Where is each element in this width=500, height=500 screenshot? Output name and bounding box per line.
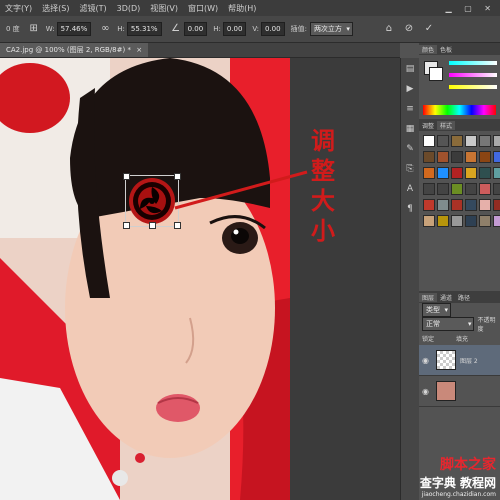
style-swatch[interactable]	[465, 215, 477, 227]
watermark-subsite: 查字典 教程网	[419, 476, 496, 490]
character-icon[interactable]: A	[404, 183, 416, 195]
style-swatch[interactable]	[437, 199, 449, 211]
clone-icon[interactable]: ⎘	[404, 163, 416, 175]
annotation-char: 小	[311, 217, 335, 245]
style-swatch[interactable]	[451, 167, 463, 179]
style-swatch[interactable]	[451, 215, 463, 227]
style-swatch[interactable]	[493, 151, 500, 163]
tab-layers[interactable]: 图层	[419, 292, 438, 302]
style-swatch[interactable]	[437, 167, 449, 179]
watermark-site: 脚本之家	[440, 457, 496, 473]
style-swatch[interactable]	[493, 167, 500, 179]
style-swatch[interactable]	[479, 167, 491, 179]
style-swatch[interactable]	[423, 135, 435, 147]
style-swatch[interactable]	[423, 151, 435, 163]
adjust-panel-tabs: 调整 样式	[419, 119, 500, 131]
eye-icon[interactable]: ◉	[422, 387, 432, 396]
tab-styles[interactable]: 样式	[437, 120, 456, 130]
blend-mode-select[interactable]: 正常	[422, 317, 475, 331]
style-swatch[interactable]	[479, 151, 491, 163]
layer-thumbnail	[436, 350, 456, 370]
style-swatch[interactable]	[465, 199, 477, 211]
green-slider[interactable]	[449, 73, 497, 77]
eye-icon[interactable]: ◉	[422, 356, 432, 365]
actions-icon[interactable]: ▶	[404, 83, 416, 95]
layer-kind-select[interactable]: 类型	[422, 303, 451, 317]
opacity-label: 不透明度	[477, 317, 496, 333]
watermark-url: jiaocheng.chazidian.com	[421, 491, 496, 498]
annotation-text: 调 整 大 小	[308, 126, 338, 246]
layer-row[interactable]: ◉ 图层 2	[419, 345, 500, 376]
style-swatch[interactable]	[465, 135, 477, 147]
style-swatch[interactable]	[451, 199, 463, 211]
style-swatch[interactable]	[465, 183, 477, 195]
style-swatch[interactable]	[423, 167, 435, 179]
style-swatch[interactable]	[493, 135, 500, 147]
tab-paths[interactable]: 路径	[455, 293, 473, 302]
layer-name: 图层 2	[460, 357, 478, 365]
tab-swatches[interactable]: 色板	[437, 45, 455, 54]
layer-thumbnail	[436, 381, 456, 401]
annotation-char: 大	[311, 187, 335, 215]
panel-spacer	[419, 231, 500, 291]
blue-slider[interactable]	[449, 85, 497, 89]
blend-row: 正常 不透明度	[419, 317, 500, 333]
style-swatch[interactable]	[451, 183, 463, 195]
styles-grid	[419, 131, 500, 231]
tab-channels[interactable]: 通道	[437, 293, 455, 302]
annotation-char: 整	[311, 157, 335, 185]
style-swatch[interactable]	[437, 151, 449, 163]
color-panel-tabs: 颜色 色板	[419, 43, 500, 55]
tab-color[interactable]: 颜色	[419, 44, 438, 54]
style-swatch[interactable]	[423, 183, 435, 195]
style-swatch[interactable]	[451, 135, 463, 147]
spectrum-bar[interactable]	[423, 105, 496, 115]
swatches-icon[interactable]: ▦	[404, 123, 416, 135]
style-swatch[interactable]	[479, 215, 491, 227]
style-swatch[interactable]	[493, 199, 500, 211]
layer-row[interactable]: ◉	[419, 376, 500, 407]
red-slider[interactable]	[449, 61, 497, 65]
style-swatch[interactable]	[479, 199, 491, 211]
style-swatch[interactable]	[493, 183, 500, 195]
style-swatch[interactable]	[437, 135, 449, 147]
paragraph-icon[interactable]: ¶	[404, 203, 416, 215]
watermark: 脚本之家 查字典 教程网 jiaocheng.chazidian.com	[420, 454, 496, 498]
fill-label: 填充	[456, 335, 469, 343]
lock-row: 锁定 填充	[419, 331, 500, 345]
style-swatch[interactable]	[479, 135, 491, 147]
tab-adjustments[interactable]: 调整	[419, 121, 437, 130]
color-panel	[419, 55, 500, 105]
style-swatch[interactable]	[437, 183, 449, 195]
panel-icon-strip: ▤ ▶ ≡ ▦ ✎ ⎘ A ¶	[400, 58, 419, 500]
style-swatch[interactable]	[465, 167, 477, 179]
style-swatch[interactable]	[465, 151, 477, 163]
annotation-char: 调	[311, 127, 335, 155]
properties-icon[interactable]: ≡	[404, 103, 416, 115]
right-panels: 颜色 色板 调整 样式 图层 通道 路径 类型 ▾ 正常 ▾ 不透明度 锁定 填…	[419, 43, 500, 500]
style-swatch[interactable]	[437, 215, 449, 227]
style-swatch[interactable]	[493, 215, 500, 227]
style-swatch[interactable]	[423, 215, 435, 227]
brush-icon[interactable]: ✎	[404, 143, 416, 155]
style-swatch[interactable]	[423, 199, 435, 211]
style-swatch[interactable]	[479, 183, 491, 195]
background-swatch[interactable]	[429, 67, 443, 81]
history-icon[interactable]: ▤	[404, 63, 416, 75]
lock-label: 锁定	[422, 335, 435, 343]
layers-panel-tabs: 图层 通道 路径	[419, 291, 500, 303]
style-swatch[interactable]	[451, 151, 463, 163]
